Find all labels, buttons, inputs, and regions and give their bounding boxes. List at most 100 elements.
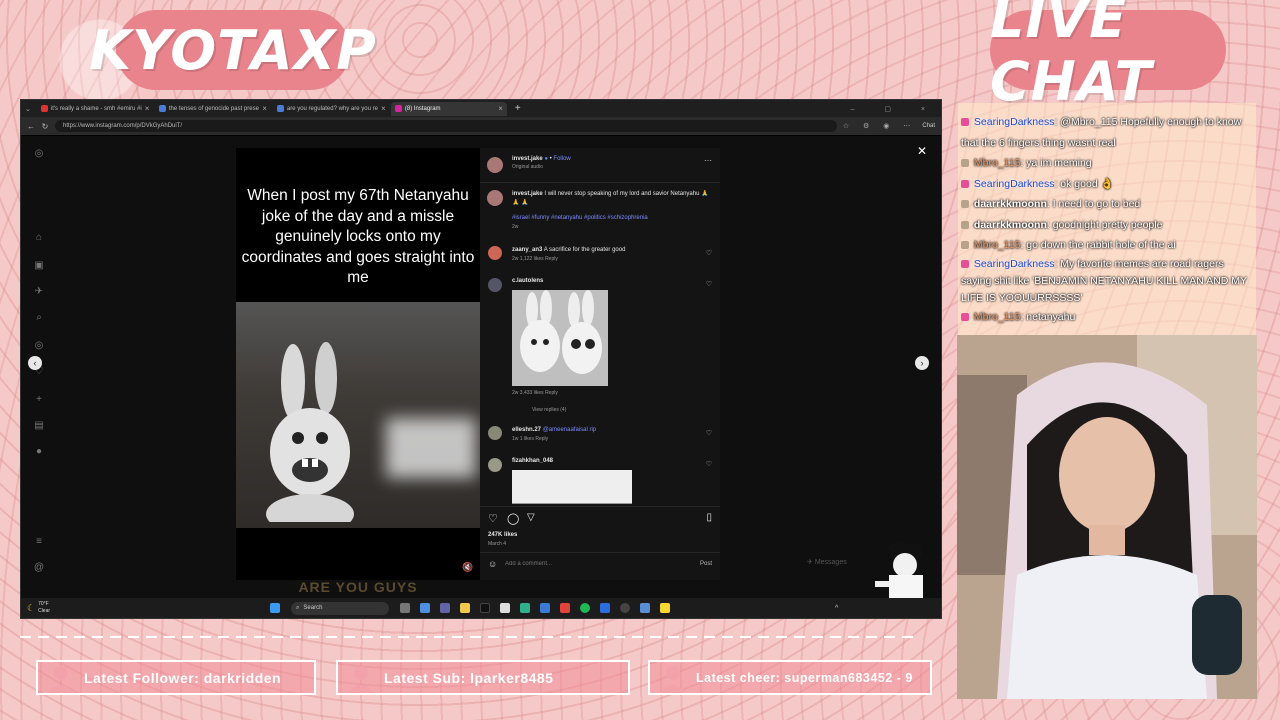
like-comment-icon[interactable]: ♡: [706, 280, 712, 288]
comment-username[interactable]: zaany_an3: [512, 247, 542, 253]
chat-username[interactable]: Mbro_115: [974, 311, 1021, 323]
like-comment-icon[interactable]: ♡: [706, 429, 712, 437]
post-comment-button[interactable]: Post: [700, 561, 712, 567]
divider: [480, 182, 720, 183]
chat-username[interactable]: daarrkkmoonn: [974, 198, 1047, 210]
follow-button[interactable]: Follow: [553, 156, 570, 162]
close-tab-icon[interactable]: ×: [498, 104, 503, 113]
likes-count[interactable]: 247K likes: [488, 532, 517, 538]
messages-icon[interactable]: ✈: [33, 286, 45, 298]
subscriber-badge-icon: [961, 259, 969, 268]
chat-username[interactable]: Mbro_115: [974, 239, 1021, 251]
menu-icon[interactable]: ≡: [33, 536, 45, 548]
emoji-icon[interactable]: ☺: [488, 559, 497, 569]
comment-meta: 2w 3,433 likes Reply: [512, 390, 558, 396]
threads-icon[interactable]: @: [33, 562, 45, 574]
comment-username[interactable]: elleshn.27: [512, 427, 541, 433]
webcam-feed: [957, 335, 1257, 699]
taskbar-search[interactable]: ⌕ Search: [291, 601, 390, 615]
chat-username[interactable]: Mbro_115: [974, 157, 1021, 169]
home-icon[interactable]: ⌂: [33, 232, 45, 244]
dashboard-icon[interactable]: ▤: [33, 420, 45, 432]
start-icon[interactable]: [270, 603, 281, 613]
url-field[interactable]: https://www.instagram.com/p/DVkGyAhDuiT/: [55, 120, 837, 132]
task-view-icon[interactable]: [400, 603, 411, 613]
comment-username[interactable]: c.lautolens: [512, 278, 543, 284]
explore-icon[interactable]: ◎: [33, 340, 45, 352]
amazon-icon[interactable]: [500, 603, 511, 613]
author-avatar[interactable]: [487, 157, 503, 173]
spotify-icon[interactable]: [580, 603, 591, 613]
caption-username[interactable]: invest.jake: [512, 191, 543, 197]
close-tab-icon[interactable]: ×: [381, 104, 386, 113]
share-icon[interactable]: ▽: [527, 512, 535, 523]
close-tab-icon[interactable]: ×: [145, 104, 150, 113]
instagram-logo-icon[interactable]: ◎: [33, 148, 45, 160]
sticky-notes-icon[interactable]: [660, 603, 671, 613]
tab-search-1[interactable]: the tenses of genocide past prese ×: [155, 102, 271, 116]
like-comment-icon[interactable]: ♡: [706, 249, 712, 257]
rabbid-illustration: [266, 342, 354, 522]
app-icon[interactable]: [600, 603, 611, 613]
tab-list-icon[interactable]: ⌄: [25, 105, 31, 113]
teams-icon[interactable]: [440, 603, 451, 613]
refresh-icon[interactable]: ↻: [41, 122, 49, 131]
chat-username[interactable]: daarrkkmoonn: [974, 219, 1047, 231]
window-controls[interactable]: – ▢ ×: [851, 105, 941, 113]
author-avatar[interactable]: [487, 190, 503, 206]
comment-image-rabbids[interactable]: [512, 290, 608, 386]
mute-icon[interactable]: 🔇: [462, 562, 473, 573]
search-icon[interactable]: ⌕: [33, 312, 45, 324]
comment-avatar[interactable]: [488, 278, 502, 292]
extensions-icons[interactable]: ☆ ⚙ ◉ ⋯: [843, 122, 917, 130]
like-comment-icon[interactable]: ♡: [706, 460, 712, 468]
edge-icon[interactable]: [520, 603, 531, 613]
post-video[interactable]: When I post my 67th Netanyahu joke of th…: [236, 148, 480, 594]
messages-button[interactable]: ✈ Messages: [807, 558, 847, 566]
save-icon[interactable]: ▯: [706, 512, 712, 523]
app-icon[interactable]: [640, 603, 651, 613]
like-icon[interactable]: ♡: [488, 512, 498, 525]
comment-avatar[interactable]: [488, 458, 502, 472]
chat-message: Mbro_115: ya im meming: [961, 153, 1253, 174]
chrome-icon[interactable]: [560, 603, 571, 613]
copilot-chat-button[interactable]: Chat: [922, 123, 935, 129]
copilot-icon[interactable]: [420, 603, 431, 613]
close-icon[interactable]: ✕: [917, 144, 927, 158]
profile-icon[interactable]: ●: [33, 446, 45, 458]
weather-icon: ☾: [27, 602, 36, 613]
obs-icon[interactable]: [620, 603, 631, 613]
close-tab-icon[interactable]: ×: [262, 104, 267, 113]
app-icon[interactable]: [540, 603, 551, 613]
next-post-arrow[interactable]: ›: [915, 356, 929, 370]
previous-post-arrow[interactable]: ‹: [28, 356, 42, 370]
chat-username[interactable]: SearingDarkness: [974, 116, 1055, 128]
tray-chevron-icon[interactable]: ^: [835, 605, 838, 612]
tiktok-icon[interactable]: [480, 603, 491, 613]
tab-instagram[interactable]: (8) Instagram ×: [390, 101, 507, 116]
new-tab-icon[interactable]: +: [515, 103, 521, 114]
comment-icon[interactable]: ◯: [507, 512, 519, 525]
comment-username[interactable]: fizahkhan_048: [512, 458, 553, 464]
comment-image-manga[interactable]: [512, 470, 632, 504]
reels-icon[interactable]: ▣: [33, 260, 45, 272]
comment-avatar[interactable]: [488, 246, 502, 260]
view-replies-link[interactable]: View replies (4): [532, 407, 566, 413]
comment-input[interactable]: [505, 559, 675, 569]
divider: [480, 552, 720, 553]
comment-avatar[interactable]: [488, 426, 502, 440]
chat-username[interactable]: SearingDarkness: [974, 178, 1055, 190]
caption-hashtags[interactable]: #israel #funny #netanyahu #politics #sch…: [512, 214, 712, 223]
back-icon[interactable]: ←: [27, 122, 35, 131]
tab-search-2[interactable]: are you regulated? why are you re ×: [273, 102, 389, 116]
chat-username[interactable]: SearingDarkness: [974, 258, 1055, 270]
audio-label[interactable]: Original audio: [512, 164, 571, 170]
file-explorer-icon[interactable]: [460, 603, 471, 613]
video-bottom-text: ARE YOU GUYS: [298, 580, 418, 594]
create-icon[interactable]: +: [33, 394, 45, 406]
messages-label: Messages: [814, 559, 847, 566]
weather-temperature[interactable]: 70°F: [38, 601, 50, 608]
author-username[interactable]: invest.jake: [512, 156, 543, 162]
more-options-icon[interactable]: ⋯: [704, 156, 712, 165]
tab-youtube[interactable]: it's really a shame - smh #emiru #i ×: [37, 102, 153, 116]
